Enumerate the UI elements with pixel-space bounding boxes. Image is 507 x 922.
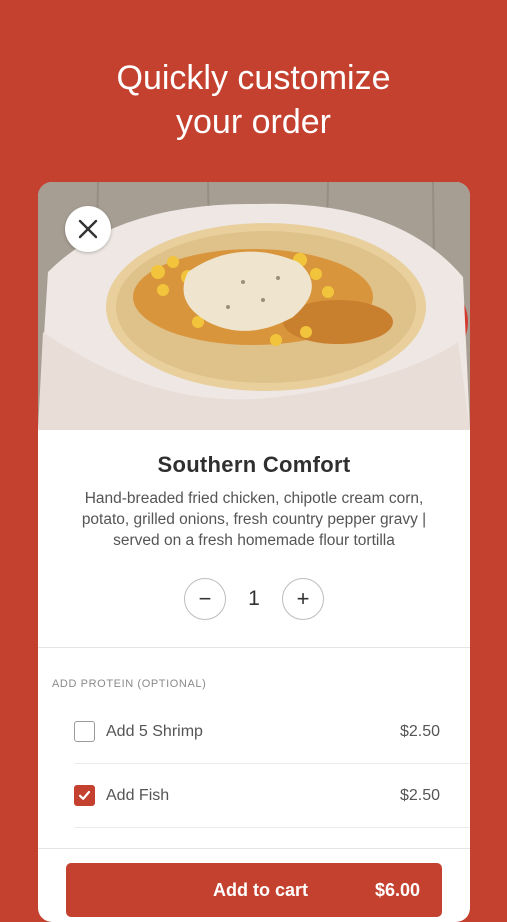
quantity-value: 1 — [248, 587, 260, 610]
cart-total: $6.00 — [374, 879, 420, 900]
option-add-shrimp[interactable]: Add 5 Shrimp $2.50 — [74, 700, 470, 764]
headline-line-1: Quickly customize — [116, 59, 391, 97]
divider — [38, 647, 470, 648]
headline-line-2: your order — [176, 103, 331, 141]
option-add-fish[interactable]: Add Fish $2.50 — [74, 764, 470, 828]
plus-icon: + — [296, 586, 310, 611]
option-name: Add 5 Shrimp — [106, 722, 203, 740]
increase-quantity-button[interactable]: + — [282, 578, 324, 620]
item-description: Hand-breaded fried chicken, chipotle cre… — [81, 490, 427, 549]
quantity-stepper: − 1 + — [38, 577, 470, 621]
add-to-cart-label: Add to cart — [212, 879, 308, 900]
option-name: Add Fish — [106, 786, 170, 804]
item-title: Southern Comfort — [157, 452, 351, 477]
option-price: $2.50 — [399, 786, 440, 804]
close-button[interactable] — [65, 206, 111, 252]
add-to-cart-button[interactable]: Add to cart $6.00 — [66, 863, 442, 917]
minus-icon: − — [198, 586, 212, 611]
decrease-quantity-button[interactable]: − — [184, 578, 226, 620]
headline: Quickly customize your order — [0, 56, 507, 144]
footer-divider — [38, 848, 470, 849]
option-price: $2.50 — [399, 722, 440, 740]
shrimp-checkbox[interactable] — [74, 721, 95, 742]
item-photo — [38, 182, 470, 430]
close-icon — [78, 219, 98, 239]
item-customize-card: Southern Comfort Hand-breaded fried chic… — [38, 182, 470, 922]
check-icon — [78, 790, 91, 800]
fish-checkbox[interactable] — [74, 785, 95, 806]
protein-section-label: ADD PROTEIN (OPTIONAL) — [52, 678, 207, 690]
